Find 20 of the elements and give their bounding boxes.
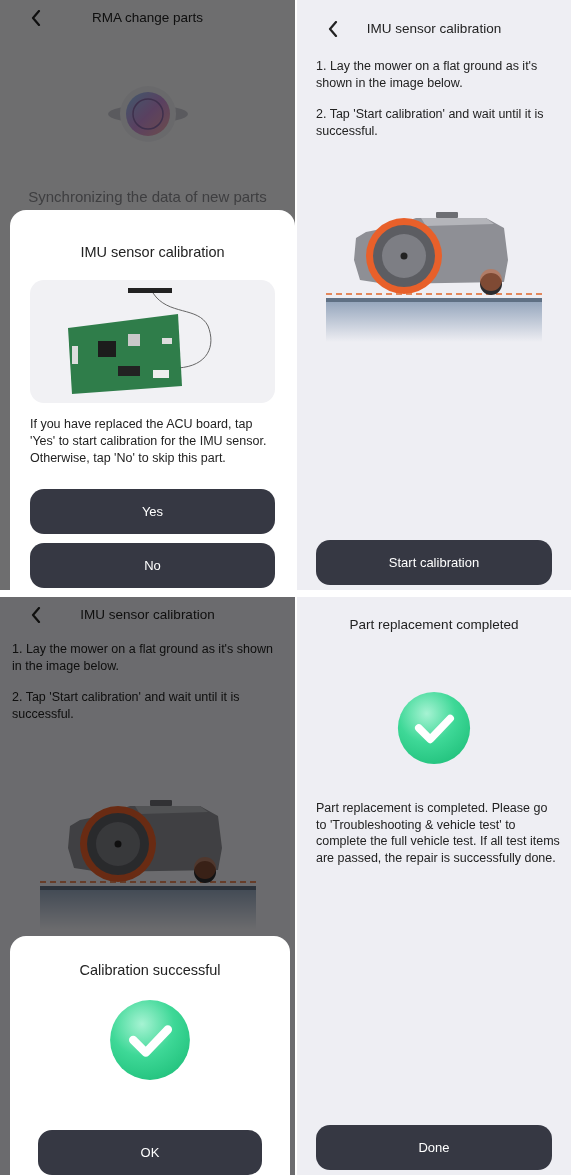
primary-button[interactable]: Start calibration xyxy=(316,540,552,585)
message-text: Part replacement is completed. Please go to 'Troubleshooting & vehicle test' to complete the full vehicle test. If all test items are passed, the repair is successfully done. xyxy=(315,800,561,866)
screen-title: IMU sensor calibration xyxy=(366,19,502,38)
success-check-icon xyxy=(108,997,192,1082)
screen-title: RMA change parts xyxy=(91,8,204,27)
primary-button[interactable]: No xyxy=(30,542,275,588)
primary-button[interactable]: Yes xyxy=(30,488,275,534)
instruction-text: 1. Lay the mower on a flat ground as it's shown in the image below. xyxy=(12,641,274,675)
back-icon[interactable] xyxy=(328,21,338,37)
instruction-text: 1. Lay the mower on a flat ground as it's shown in the image below. xyxy=(316,58,539,92)
screen-title: IMU sensor calibration xyxy=(80,605,215,624)
dialog-title: Calibration successful xyxy=(78,961,222,980)
instruction-text: 2. Tap 'Start calibration' and wait until it is successful. xyxy=(12,689,241,723)
primary-button[interactable]: OK xyxy=(38,1130,262,1175)
screen-title: Part replacement completed xyxy=(349,615,519,634)
instruction-text: 2. Tap 'Start calibration' and wait until it is successful. xyxy=(316,106,545,140)
dialog-title: IMU sensor calibration xyxy=(79,243,226,262)
dialog-message: If you have replaced the ACU board, tap 'Yes' to start calibration for the IMU sensor. Otherwise, tap 'No' to skip this part. xyxy=(30,415,268,467)
success-check-icon xyxy=(396,690,472,766)
primary-button[interactable]: Done xyxy=(316,1125,552,1170)
